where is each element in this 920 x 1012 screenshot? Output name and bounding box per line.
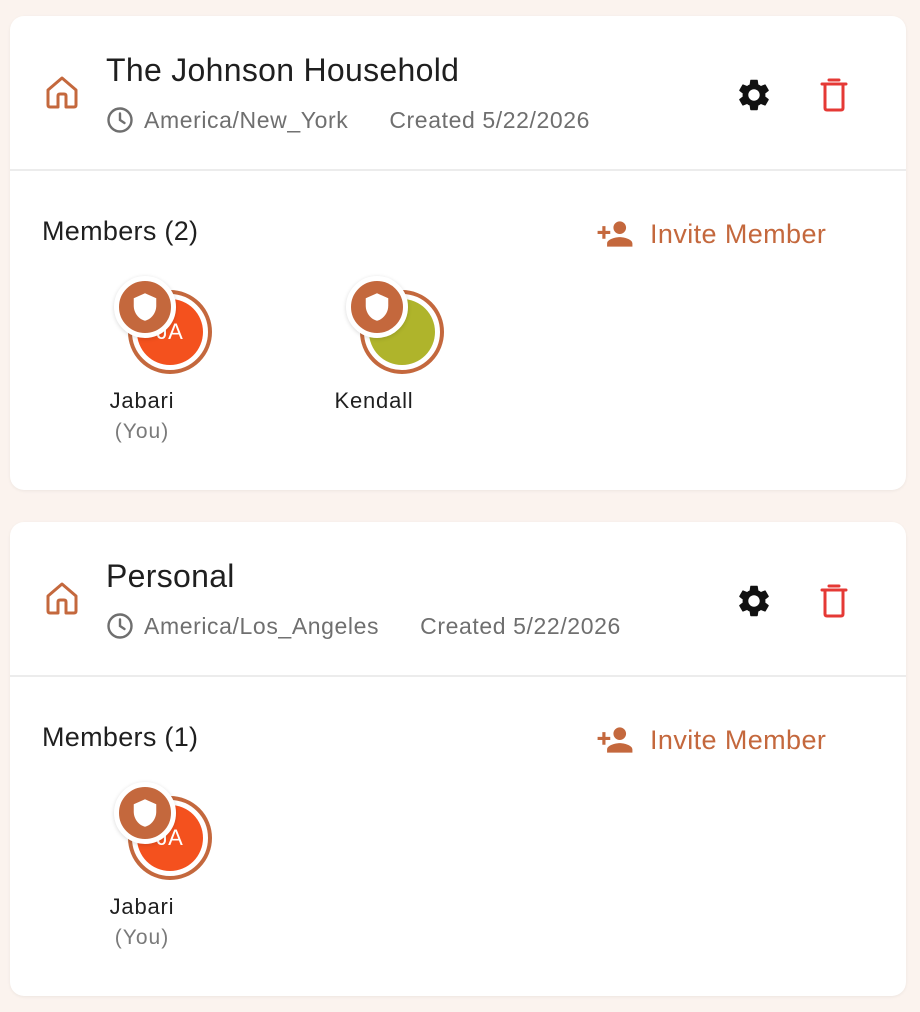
household-header: The Johnson Household America/New_York C… (10, 16, 906, 171)
timezone-label: America/New_York (144, 106, 349, 133)
household-card: The Johnson Household America/New_York C… (10, 16, 906, 490)
gear-icon (739, 79, 769, 111)
member-name: Jabari (109, 388, 175, 413)
timezone-label: America/Los_Angeles (144, 612, 380, 639)
settings-button[interactable] (732, 579, 776, 623)
admin-badge (346, 276, 408, 338)
member-you-label: (You) (114, 420, 170, 443)
person-add-icon (597, 727, 633, 753)
trash-icon (820, 78, 848, 112)
avatar: JA (72, 274, 212, 384)
invite-member-button[interactable]: Invite Member (596, 214, 826, 254)
household-card: Personal America/Los_Angeles Created 5/2… (10, 522, 906, 996)
shield-icon (133, 799, 157, 827)
created-date: Created 5/22/2026 (420, 612, 621, 639)
household-header: Personal America/Los_Angeles Created 5/2… (10, 522, 906, 677)
delete-button[interactable] (812, 73, 856, 117)
created-date: Created 5/22/2026 (389, 106, 591, 133)
clock-icon (107, 107, 133, 133)
member-you-label: (You) (114, 926, 170, 949)
admin-badge (114, 782, 176, 844)
delete-button[interactable] (812, 579, 856, 623)
avatar: JA (72, 780, 212, 890)
admin-badge (114, 276, 176, 338)
member-name: Jabari (109, 894, 175, 919)
invite-member-label: Invite Member (650, 218, 827, 249)
invite-member-label: Invite Member (650, 724, 827, 755)
household-title: Personal (106, 558, 235, 594)
member-name: Kendall (334, 388, 414, 413)
household-meta: America/New_York Created 5/22/2026 (106, 104, 590, 136)
household-meta: America/Los_Angeles Created 5/22/2026 (106, 610, 621, 642)
trash-icon (820, 584, 848, 618)
clock-icon (107, 613, 133, 639)
member-item[interactable]: JA Jabari (You) (72, 780, 212, 949)
shield-icon (133, 293, 157, 321)
members-heading: Members (2) (42, 216, 199, 246)
member-item[interactable]: Kendall (304, 274, 444, 413)
household-title: The Johnson Household (106, 52, 460, 88)
members-heading: Members (1) (42, 722, 199, 752)
home-icon (46, 582, 78, 615)
invite-member-button[interactable]: Invite Member (596, 720, 826, 760)
shield-icon (365, 293, 389, 321)
settings-button[interactable] (732, 73, 776, 117)
gear-icon (739, 585, 769, 617)
home-icon (46, 76, 78, 109)
avatar (304, 274, 444, 384)
households-page: The Johnson Household America/New_York C… (0, 0, 920, 1012)
member-item[interactable]: JA Jabari (You) (72, 274, 212, 443)
person-add-icon (597, 221, 633, 247)
